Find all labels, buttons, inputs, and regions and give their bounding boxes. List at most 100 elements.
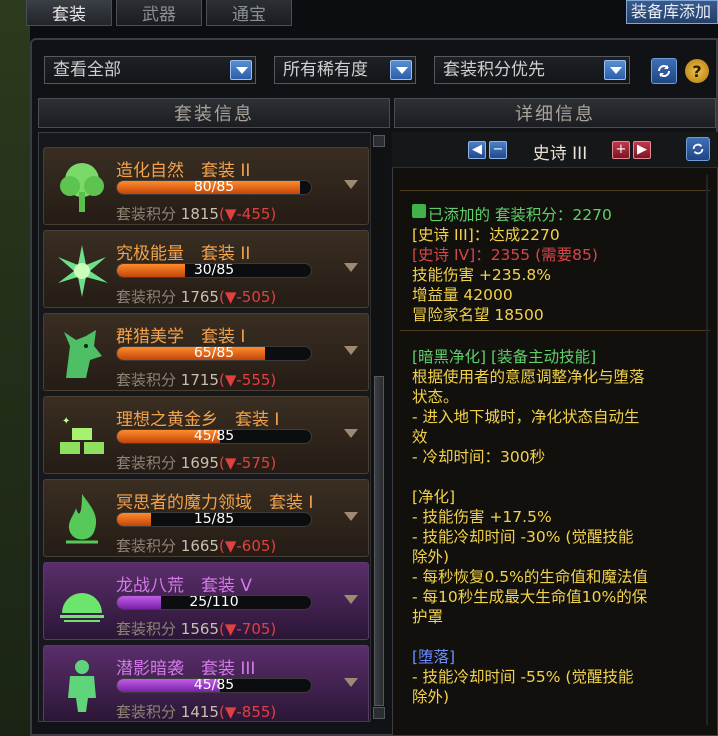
tree-icon [52, 158, 112, 218]
set-name: 群猎美学 套装 I [116, 327, 246, 347]
expand-arrow-icon[interactable] [344, 678, 358, 687]
detail-info-header: 详细信息 [394, 98, 716, 128]
expand-arrow-icon[interactable] [344, 263, 358, 272]
energy-burst-icon [52, 241, 112, 301]
plus-level-button[interactable]: + [612, 141, 630, 159]
set-item[interactable]: 潜影暗袭 套装 III 45/85 套装积分 1415(▼-855) [43, 645, 369, 721]
set-item[interactable]: 群猎美学 套装 I 65/85 套装积分 1715(▼-555) [43, 313, 369, 391]
sort-dropdown[interactable]: 套装积分优先 [434, 56, 630, 84]
set-progress-bar: 15/85 [116, 512, 312, 527]
flame-icon [52, 490, 112, 550]
set-progress-bar: 30/85 [116, 263, 312, 278]
added-score-line: 已添加的 套装积分：2270 [428, 206, 612, 224]
set-item[interactable]: 龙战八荒 套装 V 25/110 套装积分 1565(▼-705) [43, 562, 369, 640]
set-item[interactable]: ✦ 理想之黄金乡 套装 I 45/85 套装积分 1695(▼-575) [43, 396, 369, 474]
set-item[interactable]: 究极能量 套装 II 30/85 套装积分 1765(▼-505) [43, 230, 369, 308]
set-name: 潜影暗袭 套装 III [116, 659, 256, 679]
view-filter-dropdown[interactable]: 查看全部 [44, 56, 256, 84]
top-tab-bar: 套装 武器 通宝 [26, 0, 292, 26]
set-name: 龙战八荒 套装 V [116, 576, 253, 596]
tab-set[interactable]: 套装 [26, 0, 112, 26]
set-list: 造化自然 套装 II 80/85 套装积分 1815(▼-455) 究极能量 套… [38, 132, 386, 722]
progress-text: 45/85 [193, 678, 235, 693]
progress-text: 15/85 [193, 512, 235, 527]
prev-level-button[interactable]: ◀ [468, 141, 486, 159]
progress-text: 80/85 [193, 180, 235, 195]
expand-arrow-icon[interactable] [344, 346, 358, 355]
tab-weapon[interactable]: 武器 [116, 0, 202, 26]
expand-arrow-icon[interactable] [344, 595, 358, 604]
purify-line: - 每秒恢复0.5%的生命值和魔法值 [412, 568, 648, 586]
rarity-filter-value: 所有稀有度 [283, 60, 368, 80]
purify-line: - 技能冷却时间 -30% (觉醒技能 [412, 528, 634, 546]
corrupt-title: [堕落] [412, 648, 456, 666]
wolf-icon [52, 324, 112, 384]
set-item[interactable]: 冥思者的魔力领域 套装 I 15/85 套装积分 1665(▼-605) [43, 479, 369, 557]
set-name: 冥思者的魔力领域 套装 I [116, 493, 314, 513]
purify-line: - 技能伤害 +17.5% [412, 508, 552, 526]
sunrise-icon [52, 573, 112, 633]
set-progress-bar: 45/85 [116, 429, 312, 444]
level-label: 史诗 III [532, 144, 588, 164]
equipment-library-add-button[interactable]: 装备库添加 [626, 0, 718, 24]
set-list-scrollbar[interactable] [370, 132, 386, 722]
rarity-filter-dropdown[interactable]: 所有稀有度 [274, 56, 416, 84]
refresh-icon[interactable] [651, 58, 677, 84]
background-scenery [0, 0, 30, 736]
scroll-down-icon[interactable] [373, 707, 385, 719]
set-progress-bar: 80/85 [116, 180, 312, 195]
set-score: 套装积分 1715(▼-555) [116, 371, 277, 389]
set-name: 造化自然 套装 II [116, 161, 251, 181]
expand-arrow-icon[interactable] [344, 180, 358, 189]
next-level-button[interactable]: ▶ [633, 141, 651, 159]
scroll-up-icon[interactable] [373, 135, 385, 147]
set-progress-bar: 45/85 [116, 678, 312, 693]
svg-text:✦: ✦ [62, 416, 70, 427]
sort-value: 套装积分优先 [443, 60, 545, 80]
minus-level-button[interactable]: − [489, 141, 507, 159]
set-progress-bar: 25/110 [116, 595, 312, 610]
set-score: 套装积分 1665(▼-605) [116, 537, 277, 555]
set-score: 套装积分 1415(▼-855) [116, 703, 277, 721]
purify-line: - 每10秒生成最大生命值10%的保 [412, 588, 648, 606]
figure-icon [52, 656, 112, 716]
progress-text: 45/85 [193, 429, 235, 444]
chevron-down-icon[interactable] [230, 60, 252, 80]
scroll-thumb[interactable] [374, 376, 384, 706]
gain-line: 增益量 42000 [412, 286, 513, 304]
set-name: 究极能量 套装 II [116, 244, 251, 264]
chevron-down-icon[interactable] [604, 60, 626, 80]
skill-desc: 效 [412, 428, 428, 446]
added-status-icon [412, 204, 426, 218]
view-filter-value: 查看全部 [53, 60, 121, 80]
divider [400, 330, 710, 331]
expand-arrow-icon[interactable] [344, 429, 358, 438]
fame-line: 冒险家名望 18500 [412, 306, 544, 324]
achieved-tier-line: [史诗 III]：达成2270 [412, 226, 560, 244]
expand-arrow-icon[interactable] [344, 512, 358, 521]
divider [400, 190, 710, 191]
set-score: 套装积分 1695(▼-575) [116, 454, 277, 472]
set-score: 套装积分 1765(▼-505) [116, 288, 277, 306]
detail-scrollbar[interactable] [706, 175, 708, 725]
skill-desc: 状态。 [412, 388, 459, 406]
skill-title: [暗黑净化] [装备主动技能] [412, 348, 597, 366]
help-icon[interactable]: ? [685, 59, 709, 83]
progress-text: 25/110 [189, 595, 239, 610]
next-tier-line: [史诗 IV]：2355 (需要85) [412, 246, 598, 264]
progress-text: 30/85 [193, 263, 235, 278]
tab-treasure[interactable]: 通宝 [206, 0, 292, 26]
corrupt-line: - 技能冷却时间 -55% (觉醒技能 [412, 668, 634, 686]
refresh-icon[interactable] [686, 137, 710, 161]
set-info-header: 套装信息 [38, 98, 390, 128]
skill-desc: - 进入地下城时，净化状态自动生 [412, 408, 640, 426]
skill-cooldown: - 冷却时间：300秒 [412, 448, 546, 466]
set-progress-bar: 65/85 [116, 346, 312, 361]
gold-bars-icon: ✦ [52, 407, 112, 467]
skill-desc: 根据使用者的意愿调整净化与堕落 [412, 368, 645, 386]
corrupt-line: 除外) [412, 688, 450, 706]
set-score: 套装积分 1815(▼-455) [116, 205, 277, 223]
purify-line: 除外) [412, 548, 450, 566]
chevron-down-icon[interactable] [390, 60, 412, 80]
set-item[interactable]: 造化自然 套装 II 80/85 套装积分 1815(▼-455) [43, 147, 369, 225]
